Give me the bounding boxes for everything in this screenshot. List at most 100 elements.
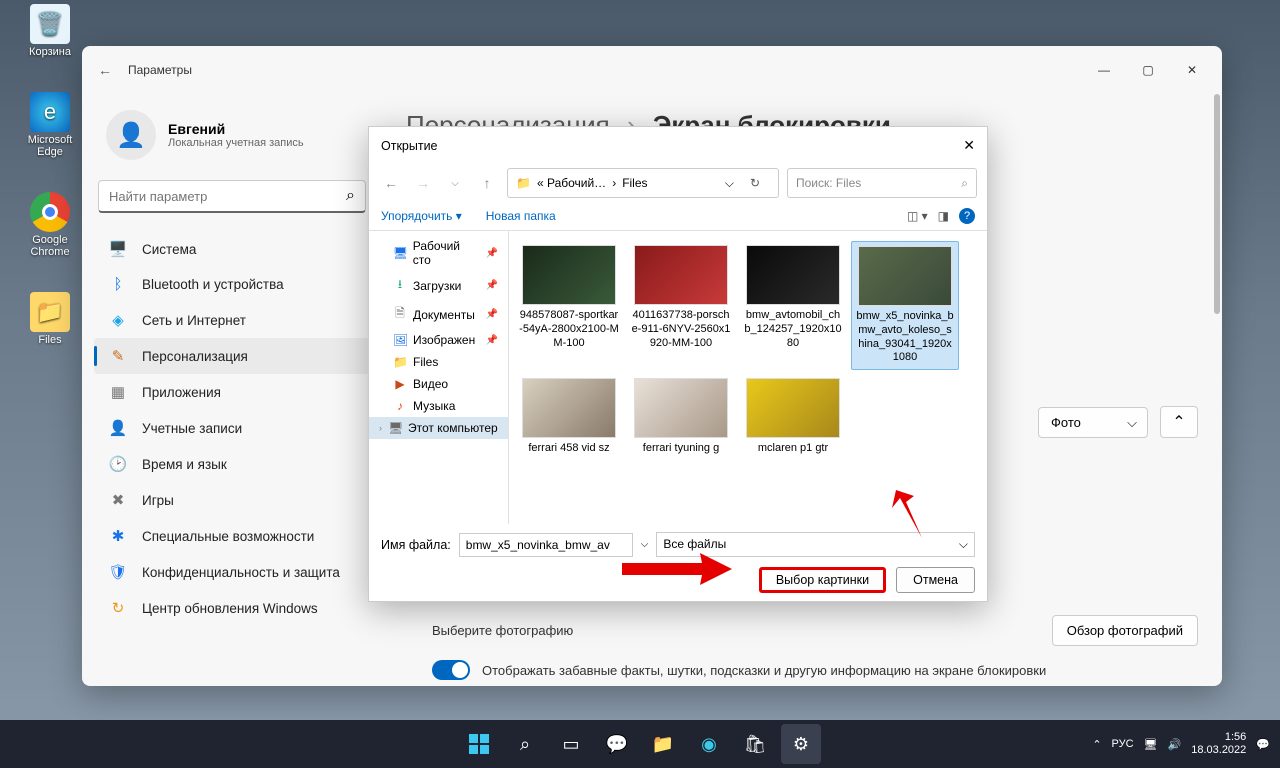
tree-item[interactable]: 🖥Рабочий сто📌 xyxy=(369,235,508,271)
open-button[interactable]: Выбор картинки xyxy=(759,567,886,593)
scrollbar[interactable] xyxy=(1212,94,1220,686)
file-item[interactable]: mclaren p1 gtr xyxy=(739,374,847,460)
view-mode-button[interactable]: ◫ ▾ xyxy=(907,209,928,223)
back-button[interactable]: ← xyxy=(90,62,120,78)
help-button[interactable]: ? xyxy=(959,208,975,224)
sidebar-item[interactable]: 👤Учетные записи xyxy=(94,410,370,446)
nav-recent-button[interactable]: ⌵ xyxy=(443,169,467,197)
sidebar-item[interactable]: ▦Приложения xyxy=(94,374,370,410)
maximize-button[interactable]: ▢ xyxy=(1126,55,1170,85)
folder-icon: ▶ xyxy=(393,377,407,391)
network-icon[interactable]: 🖥 xyxy=(1144,738,1158,751)
task-view-button[interactable]: ▭ xyxy=(551,724,591,764)
settings-sidebar: 👤 Евгений Локальная учетная запись ⌕ 🖥️С… xyxy=(82,94,382,686)
photo-dropdown[interactable]: Фото xyxy=(1038,407,1148,438)
file-name-label: mclaren p1 gtr xyxy=(743,442,843,456)
file-name-label: ferrari 458 vid sz xyxy=(519,442,619,456)
nav-up-button[interactable]: ↑ xyxy=(475,169,499,197)
folder-icon: 🗎 xyxy=(393,304,407,325)
nav-label: Система xyxy=(142,242,196,257)
taskbar-settings-button[interactable]: ⚙ xyxy=(781,724,821,764)
user-block[interactable]: 👤 Евгений Локальная учетная запись xyxy=(94,102,370,180)
pin-icon: 📌 xyxy=(486,280,498,291)
nav-icon: 👤 xyxy=(108,419,128,437)
path-dropdown-icon[interactable]: ⌵ xyxy=(725,176,734,191)
sidebar-item[interactable]: 🖥️Система xyxy=(94,231,370,267)
cancel-button[interactable]: Отмена xyxy=(896,567,975,593)
nav-back-button[interactable]: ← xyxy=(379,169,403,197)
tree-label: Видео xyxy=(413,377,448,391)
sidebar-item[interactable]: ✖Игры xyxy=(94,482,370,518)
notifications-button[interactable]: 💬 xyxy=(1256,738,1270,751)
start-button[interactable] xyxy=(459,724,499,764)
filename-input[interactable] xyxy=(459,533,633,557)
nav-icon: 🕑 xyxy=(108,455,128,473)
sidebar-item[interactable]: 🛡Конфиденциальность и защита xyxy=(94,554,370,590)
desktop-icon-chrome[interactable]: Google Chrome xyxy=(20,192,80,258)
expand-button[interactable]: ⌃ xyxy=(1160,406,1198,438)
file-item[interactable]: 948578087-sportkar-54yA-2800x2100-MM-100 xyxy=(515,241,623,370)
search-box[interactable]: ⌕ xyxy=(98,180,366,213)
browse-photos-button[interactable]: Обзор фотографий xyxy=(1052,615,1198,646)
tree-item[interactable]: 🖼Изображен📌 xyxy=(369,329,508,351)
search-input[interactable] xyxy=(109,189,346,204)
close-button[interactable]: ✕ xyxy=(1170,55,1214,85)
tree-item[interactable]: ♪Музыка xyxy=(369,395,508,417)
dialog-search[interactable]: Поиск: Files ⌕ xyxy=(787,168,977,198)
sidebar-item[interactable]: ◈Сеть и Интернет xyxy=(94,302,370,338)
filename-label: Имя файла: xyxy=(381,538,451,552)
nav-label: Приложения xyxy=(142,385,221,400)
file-item[interactable]: bmw_avtomobil_chb_124257_1920x1080 xyxy=(739,241,847,370)
nav-icon: ↻ xyxy=(108,599,128,617)
language-indicator[interactable]: РУС xyxy=(1112,738,1134,750)
tree-item[interactable]: ⭳Загрузки📌 xyxy=(369,271,508,300)
show-facts-toggle[interactable] xyxy=(432,660,470,680)
sidebar-item[interactable]: ↻Центр обновления Windows xyxy=(94,590,370,626)
sidebar-item[interactable]: 🕑Время и язык xyxy=(94,446,370,482)
clock[interactable]: 1:56 18.03.2022 xyxy=(1191,731,1246,757)
file-name-label: bmw_x5_novinka_bmw_avto_koleso_shina_930… xyxy=(856,310,954,365)
tree-item[interactable]: ›🖥Этот компьютер xyxy=(369,417,508,439)
organize-menu[interactable]: Упорядочить ▾ xyxy=(381,209,462,223)
taskbar-edge-button[interactable]: ◉ xyxy=(689,724,729,764)
taskbar-chat-button[interactable]: 💬 xyxy=(597,724,637,764)
pin-icon: 📌 xyxy=(486,335,498,346)
nav-label: Игры xyxy=(142,493,174,508)
file-item[interactable]: ferrari tyuning g xyxy=(627,374,735,460)
folder-icon: 🖥 xyxy=(393,246,407,260)
tree-label: Музыка xyxy=(413,399,455,413)
sidebar-item[interactable]: ✱Специальные возможности xyxy=(94,518,370,554)
new-folder-button[interactable]: Новая папка xyxy=(486,209,556,223)
taskbar-explorer-button[interactable]: 📁 xyxy=(643,724,683,764)
taskbar-search-button[interactable]: ⌕ xyxy=(505,724,545,764)
desktop-icon-files[interactable]: 📁Files xyxy=(20,292,80,346)
tree-label: Files xyxy=(413,355,438,369)
desktop-icon-recycle[interactable]: 🗑️Корзина xyxy=(20,4,80,58)
taskbar-store-button[interactable]: 🛍 xyxy=(735,724,775,764)
file-thumbnail xyxy=(522,245,616,305)
file-item[interactable]: ferrari 458 vid sz xyxy=(515,374,623,460)
sidebar-item[interactable]: ✎Персонализация xyxy=(94,338,370,374)
tree-item[interactable]: 🗎Документы📌 xyxy=(369,300,508,329)
folder-icon: 🖥 xyxy=(388,421,402,435)
tree-item[interactable]: ▶ Видео xyxy=(369,373,508,395)
path-bar[interactable]: 📁 « Рабочий… › Files ⌵ ↻ xyxy=(507,168,779,198)
refresh-button[interactable]: ↻ xyxy=(740,176,770,190)
tray-chevron-icon[interactable]: ⌃ xyxy=(1092,738,1101,751)
file-thumbnail xyxy=(522,378,616,438)
file-filter-dropdown[interactable]: Все файлы xyxy=(656,532,975,557)
pin-icon: 📌 xyxy=(486,309,498,320)
file-item[interactable]: 4011637738-porsche-911-6NYV-2560x1920-MM… xyxy=(627,241,735,370)
nav-icon: ✎ xyxy=(108,347,128,365)
tree-item[interactable]: 📁Files xyxy=(369,351,508,373)
desktop-icon-edge[interactable]: eMicrosoft Edge xyxy=(20,92,80,158)
nav-label: Сеть и Интернет xyxy=(142,313,246,328)
nav-forward-button[interactable]: → xyxy=(411,169,435,197)
sidebar-item[interactable]: ᛒBluetooth и устройства xyxy=(94,267,370,302)
preview-pane-button[interactable]: ◨ xyxy=(938,209,949,223)
search-icon: ⌕ xyxy=(961,176,968,191)
file-item[interactable]: bmw_x5_novinka_bmw_avto_koleso_shina_930… xyxy=(851,241,959,370)
dialog-close-button[interactable]: ✕ xyxy=(963,137,975,154)
minimize-button[interactable]: — xyxy=(1082,55,1126,85)
volume-icon[interactable]: 🔊 xyxy=(1168,738,1182,751)
